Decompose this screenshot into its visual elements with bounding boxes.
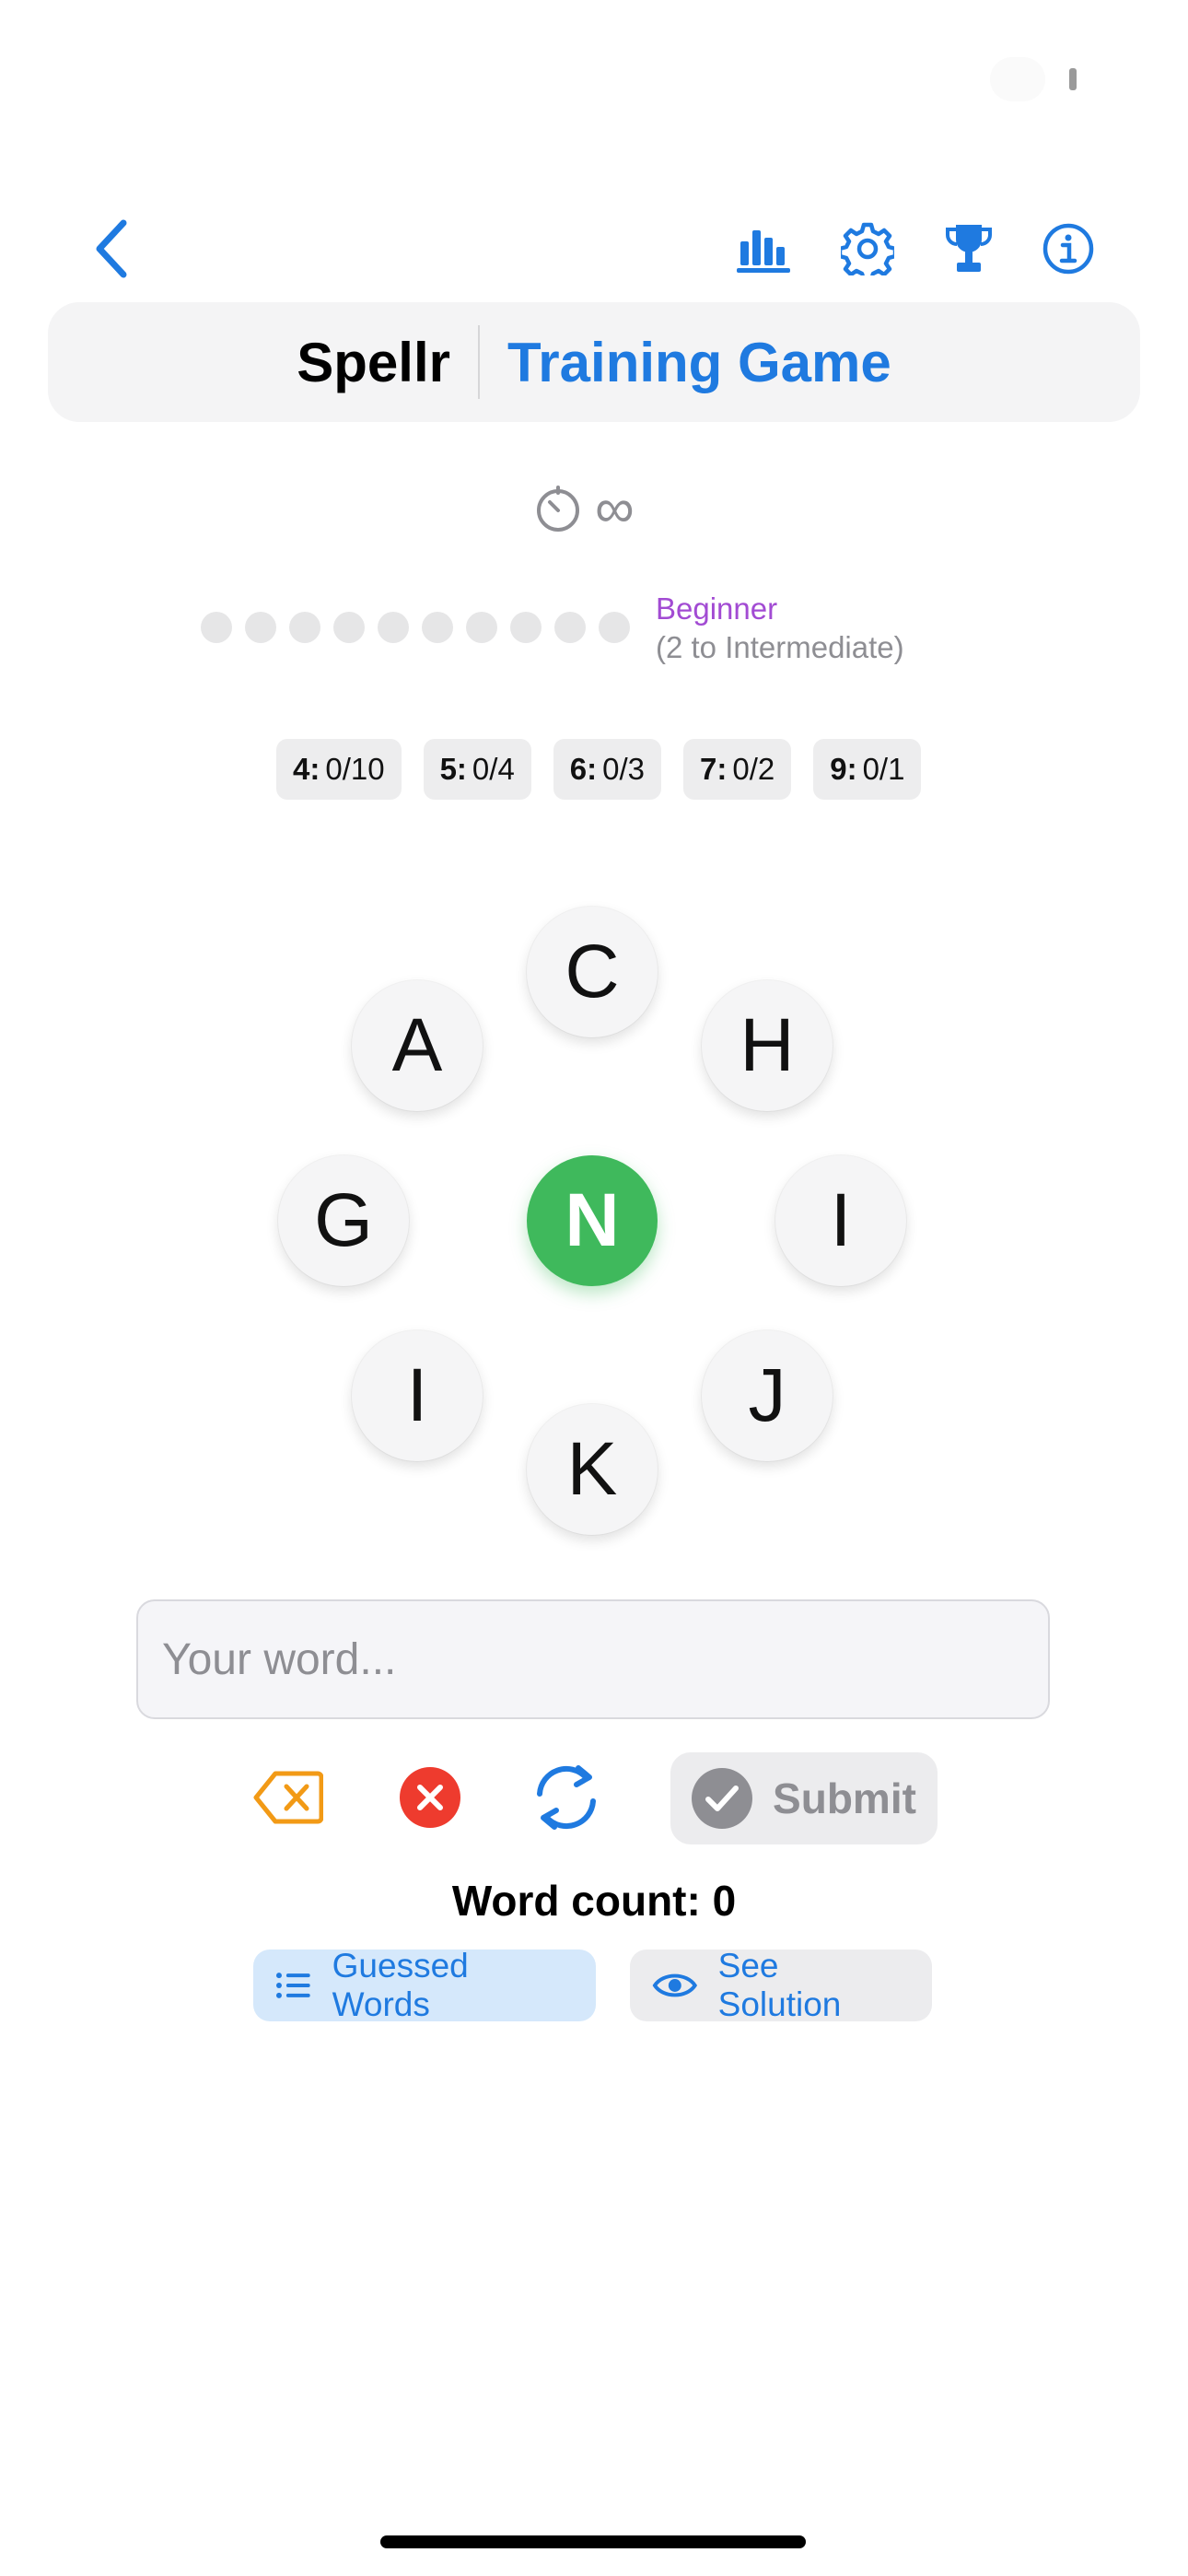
submit-button[interactable]: Submit bbox=[670, 1752, 938, 1844]
letter-tile[interactable]: I bbox=[775, 1155, 906, 1286]
letter-tile[interactable]: J bbox=[702, 1330, 833, 1461]
progress-dots bbox=[201, 612, 630, 643]
status-indicator bbox=[990, 57, 1091, 101]
level-label: Beginner (2 to Intermediate) bbox=[656, 590, 904, 667]
progress-dot bbox=[422, 612, 453, 643]
stopwatch-icon bbox=[537, 486, 579, 532]
trophy-icon bbox=[946, 225, 992, 272]
timer: ∞ bbox=[534, 481, 654, 536]
game-mode-title: Training Game bbox=[507, 331, 891, 393]
back-button[interactable] bbox=[83, 219, 142, 278]
timer-value: ∞ bbox=[595, 477, 635, 539]
settings-button[interactable] bbox=[838, 219, 897, 278]
word-input[interactable] bbox=[136, 1599, 1050, 1719]
backspace-button[interactable] bbox=[247, 1756, 330, 1839]
leaderboard-button[interactable] bbox=[939, 219, 998, 278]
counter-9-letters: 9: 0/1 bbox=[813, 739, 922, 800]
title-bar: Spellr Training Game bbox=[48, 302, 1140, 422]
progress-dot bbox=[245, 612, 276, 643]
app-title: Spellr bbox=[297, 331, 450, 393]
chevron-left-icon bbox=[96, 219, 127, 278]
progress-dot bbox=[378, 612, 409, 643]
progress-dot bbox=[466, 612, 497, 643]
letter-tile[interactable]: A bbox=[352, 980, 483, 1111]
gear-icon bbox=[841, 222, 894, 275]
status-dot bbox=[990, 57, 1045, 101]
info-icon bbox=[1042, 223, 1094, 275]
progress-dot bbox=[510, 612, 542, 643]
submit-label: Submit bbox=[773, 1774, 916, 1822]
counter-7-letters: 7: 0/2 bbox=[683, 739, 792, 800]
current-level: Beginner bbox=[656, 591, 778, 626]
center-letter-tile[interactable]: N bbox=[527, 1155, 658, 1286]
status-segment bbox=[1069, 68, 1077, 90]
clear-x-icon bbox=[400, 1767, 460, 1828]
counter-6-letters: 6: 0/3 bbox=[553, 739, 662, 800]
counter-5-letters: 5: 0/4 bbox=[423, 739, 531, 800]
length-counters: 4: 0/10 5: 0/4 6: 0/3 7: 0/2 9: 0/1 bbox=[276, 739, 922, 800]
next-level-hint: (2 to Intermediate) bbox=[656, 630, 904, 664]
progress-dot bbox=[201, 612, 232, 643]
see-solution-label: See Solution bbox=[717, 1947, 842, 2023]
see-solution-button[interactable]: See Solution bbox=[630, 1947, 932, 2023]
letter-tile[interactable]: I bbox=[352, 1330, 483, 1461]
checkmark-icon bbox=[692, 1768, 753, 1829]
word-count: Word count: 0 bbox=[451, 1877, 737, 1925]
backspace-icon bbox=[253, 1771, 323, 1824]
guessed-words-label: Guessed Words bbox=[332, 1947, 469, 2023]
bar-chart-icon bbox=[737, 230, 790, 273]
shuffle-icon bbox=[537, 1765, 596, 1830]
progress-dot bbox=[289, 612, 320, 643]
list-icon bbox=[275, 1973, 310, 1998]
home-indicator[interactable] bbox=[380, 2535, 806, 2548]
progress-dot bbox=[554, 612, 586, 643]
counter-4-letters: 4: 0/10 bbox=[276, 739, 402, 800]
statistics-button[interactable] bbox=[735, 219, 794, 278]
progress-dot bbox=[333, 612, 365, 643]
shuffle-button[interactable] bbox=[525, 1756, 608, 1839]
eye-icon bbox=[652, 1973, 698, 1997]
letter-tile[interactable]: C bbox=[527, 907, 658, 1037]
letter-tile[interactable]: H bbox=[702, 980, 833, 1111]
letter-tile[interactable]: K bbox=[527, 1404, 658, 1535]
clear-button[interactable] bbox=[389, 1756, 472, 1839]
guessed-words-button[interactable]: Guessed Words bbox=[253, 1947, 596, 2023]
letter-tile[interactable]: G bbox=[278, 1155, 409, 1286]
progress-dot bbox=[599, 612, 630, 643]
info-button[interactable] bbox=[1039, 219, 1098, 278]
